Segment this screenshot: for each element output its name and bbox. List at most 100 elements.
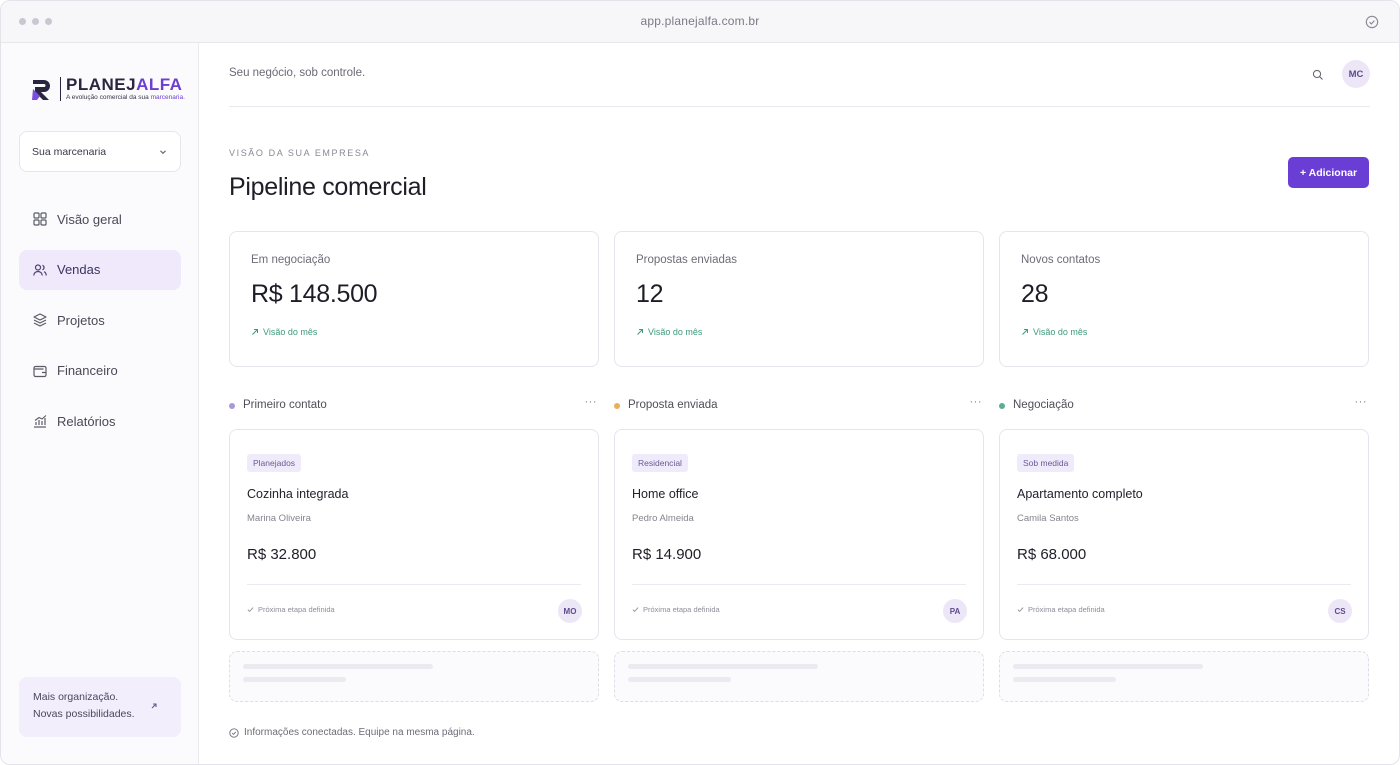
deal-title: Home office — [632, 487, 699, 501]
placeholder-bar — [1013, 664, 1203, 669]
sidebar-item-vendas[interactable]: Vendas — [19, 249, 181, 290]
chevron-down-icon — [160, 149, 166, 154]
title-bar: app.planejalfa.com.br — [1, 1, 1399, 43]
sidebar-item-projetos[interactable]: Projetos — [19, 300, 181, 340]
arrow-up-right-icon — [252, 329, 258, 335]
add-deal-placeholder[interactable] — [614, 651, 984, 702]
deal-card[interactable]: Planejados Cozinha integrada Marina Oliv… — [229, 429, 599, 640]
stat-card-em-negociacao: Em negociação R$ 148.500 Visão do mês — [229, 231, 599, 367]
pipeline-column-header: Negociação ··· — [999, 396, 1369, 415]
stat-card-novos-contatos: Novos contatos 28 Visão do mês — [999, 231, 1369, 367]
arrow-up-right-icon — [1022, 329, 1028, 335]
stat-foot-label: Visão do mês — [1033, 327, 1088, 337]
stat-label: Novos contatos — [1021, 254, 1101, 266]
deal-value: R$ 14.900 — [632, 546, 702, 563]
sidebar-item-label: Financeiro — [57, 363, 118, 378]
column-title: Negociação — [1013, 399, 1074, 411]
check-circle-icon — [229, 727, 239, 738]
sidebar-item-label: Projetos — [57, 312, 105, 328]
logo-mark-icon — [32, 80, 50, 100]
stat-foot[interactable]: Visão do mês — [251, 327, 577, 337]
chart-icon — [34, 415, 47, 428]
stat-value: R$ 148.500 — [251, 280, 378, 308]
more-icon[interactable]: ··· — [585, 396, 598, 408]
stage-dot — [999, 403, 1005, 409]
search-icon[interactable] — [1312, 69, 1324, 81]
pipeline-column-header: Proposta enviada ··· — [614, 396, 984, 415]
app-window: app.planejalfa.com.br PLANEJALFA A evolu… — [0, 0, 1400, 765]
main-content: Seu negócio, sob controle. MC VISÃO DA S… — [200, 43, 1399, 764]
promo-card[interactable]: Mais organização. Novas possibilidades. — [19, 677, 181, 737]
add-deal-placeholder[interactable] — [999, 651, 1369, 702]
placeholder-bar — [628, 677, 731, 682]
wallet-icon — [33, 365, 47, 377]
stat-foot-label: Visão do mês — [648, 327, 703, 337]
add-button[interactable]: + Adicionar — [1288, 157, 1369, 188]
page-title: Pipeline comercial — [229, 173, 427, 201]
stat-foot[interactable]: Visão do mês — [636, 327, 962, 337]
deal-client: Camila Santos — [1017, 513, 1079, 524]
deal-title: Cozinha integrada — [247, 487, 349, 501]
placeholder-bar — [243, 664, 433, 669]
address-bar-url[interactable]: app.planejalfa.com.br — [1, 14, 1399, 28]
page-eyebrow: VISÃO DA SUA EMPRESA — [229, 148, 371, 158]
check-icon — [247, 607, 254, 613]
sidebar-item-label: Relatórios — [57, 413, 116, 429]
card-divider — [632, 584, 966, 585]
placeholder-bar — [628, 664, 818, 669]
deal-title: Apartamento completo — [1017, 487, 1143, 501]
arrow-up-right-icon — [151, 703, 157, 709]
check-circle-icon — [1365, 15, 1379, 29]
deal-owner-avatar[interactable]: MO — [558, 599, 582, 623]
pipeline-column-header: Primeiro contato ··· — [229, 396, 599, 415]
deal-owner-avatar[interactable]: PA — [943, 599, 967, 623]
header-tagline: Seu negócio, sob controle. — [229, 67, 366, 79]
stat-foot[interactable]: Visão do mês — [1021, 327, 1347, 337]
logo-divider — [60, 77, 61, 101]
add-deal-placeholder[interactable] — [229, 651, 599, 702]
top-bar: Seu negócio, sob controle. MC — [229, 60, 1370, 107]
deal-owner-avatar[interactable]: CS — [1328, 599, 1352, 623]
company-select-value: Sua marcenaria — [32, 145, 107, 158]
logo-name-part1: PLANEJ — [66, 75, 137, 94]
deal-client: Pedro Almeida — [632, 513, 694, 524]
sidebar-item-visao-geral[interactable]: Visão geral — [19, 199, 181, 239]
deal-client: Marina Oliveira — [247, 513, 311, 524]
more-icon[interactable]: ··· — [1355, 396, 1368, 408]
stat-value: 12 — [636, 280, 664, 308]
stat-label: Em negociação — [251, 254, 331, 266]
user-avatar[interactable]: MC — [1342, 60, 1370, 88]
placeholder-bar — [1013, 677, 1116, 682]
stat-foot-label: Visão do mês — [263, 327, 318, 337]
sidebar-item-label: Vendas — [57, 262, 101, 277]
layers-icon — [33, 313, 47, 327]
promo-line-2: Novas possibilidades. — [33, 708, 135, 720]
stat-label: Propostas enviadas — [636, 254, 738, 266]
brand-logo[interactable]: PLANEJALFA A evolução comercial da sua m… — [30, 73, 185, 105]
deal-next-step-label: Próxima etapa definida — [258, 605, 335, 614]
deal-card[interactable]: Residencial Home office Pedro Almeida R$… — [614, 429, 984, 640]
sidebar-item-relatorios[interactable]: Relatórios — [19, 401, 181, 441]
company-select[interactable]: Sua marcenaria — [19, 131, 181, 172]
sidebar-nav: Visão geral Vendas Projetos Financeiro R… — [19, 199, 181, 452]
users-icon — [33, 263, 47, 276]
stage-dot — [229, 403, 235, 409]
check-icon — [1017, 607, 1024, 613]
logo-tagline-part1: A evolução comercial da sua — [66, 94, 151, 101]
arrow-up-right-icon — [637, 329, 643, 335]
deal-next-step-label: Próxima etapa definida — [643, 605, 720, 614]
promo-line-1: Mais organização. — [33, 691, 119, 703]
column-title: Proposta enviada — [628, 399, 718, 411]
stat-card-propostas-enviadas: Propostas enviadas 12 Visão do mês — [614, 231, 984, 367]
logo-tagline-part2: marcenaria. — [150, 94, 185, 101]
deal-next-step: Próxima etapa definida — [247, 605, 335, 614]
footer-note: Informações conectadas. Equipe na mesma … — [229, 727, 475, 738]
stat-value: 28 — [1021, 280, 1049, 308]
check-icon — [632, 607, 639, 613]
logo-text: PLANEJALFA A evolução comercial da sua m… — [66, 76, 185, 102]
more-icon[interactable]: ··· — [970, 396, 983, 408]
deal-card[interactable]: Sob medida Apartamento completo Camila S… — [999, 429, 1369, 640]
deal-tag: Planejados — [247, 454, 302, 472]
header-divider — [229, 106, 1370, 107]
sidebar-item-financeiro[interactable]: Financeiro — [19, 351, 181, 391]
